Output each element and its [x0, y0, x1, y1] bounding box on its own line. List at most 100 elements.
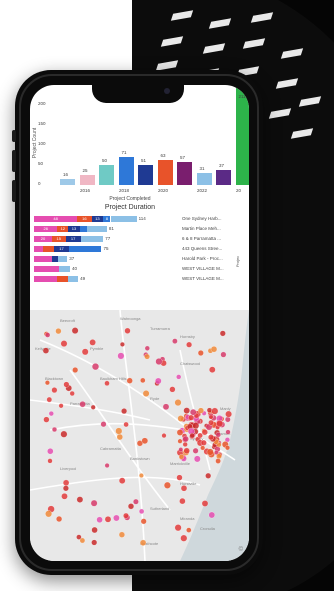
project-marker[interactable]: [169, 386, 176, 393]
bar[interactable]: [196, 172, 212, 185]
project-marker[interactable]: [224, 416, 231, 423]
project-marker[interactable]: [186, 341, 193, 348]
project-marker[interactable]: [60, 430, 68, 438]
duration-segment[interactable]: [57, 276, 69, 282]
duration-segment[interactable]: [34, 256, 52, 262]
duration-segment[interactable]: 8: [103, 216, 111, 222]
project-marker[interactable]: [90, 499, 98, 507]
project-marker[interactable]: [179, 497, 186, 505]
project-marker[interactable]: [96, 516, 103, 523]
project-marker[interactable]: [225, 445, 230, 451]
duration-segment[interactable]: 48: [34, 216, 78, 222]
duration-segment[interactable]: [34, 276, 58, 282]
duration-segment[interactable]: 13: [91, 216, 104, 222]
project-marker[interactable]: [138, 473, 144, 478]
project-marker[interactable]: [142, 390, 150, 397]
project-marker[interactable]: [48, 411, 54, 417]
project-marker[interactable]: [104, 516, 112, 523]
project-marker[interactable]: [62, 479, 70, 486]
project-marker[interactable]: [162, 403, 170, 411]
project-marker[interactable]: [141, 437, 149, 445]
project-marker[interactable]: [177, 415, 185, 422]
project-marker[interactable]: [205, 472, 212, 479]
project-marker[interactable]: [46, 396, 53, 403]
duration-segment[interactable]: 26: [34, 226, 58, 232]
project-marker[interactable]: [188, 414, 195, 421]
project-marker[interactable]: [140, 377, 146, 384]
project-map[interactable]: Beecroft Wahroonga Turramurra Hornsby Pymble…: [30, 309, 249, 561]
duration-segment[interactable]: [43, 246, 54, 252]
duration-segment[interactable]: 12: [57, 226, 69, 232]
duration-segment[interactable]: 20: [34, 236, 52, 242]
project-marker[interactable]: [118, 477, 126, 484]
project-marker[interactable]: [174, 399, 182, 407]
project-marker[interactable]: [161, 433, 167, 439]
project-marker[interactable]: [216, 420, 224, 428]
project-marker[interactable]: [55, 328, 62, 335]
project-marker[interactable]: [139, 539, 147, 546]
bar[interactable]: [177, 162, 192, 185]
project-marker[interactable]: [225, 429, 231, 435]
bar[interactable]: [157, 159, 173, 185]
project-marker[interactable]: [215, 458, 221, 464]
duration-segment[interactable]: 16: [77, 216, 92, 222]
project-marker[interactable]: [123, 512, 129, 519]
project-marker[interactable]: [155, 377, 162, 385]
project-marker[interactable]: [79, 401, 86, 408]
project-marker[interactable]: [51, 387, 58, 394]
project-marker[interactable]: [119, 341, 125, 347]
duration-segment[interactable]: [69, 246, 102, 252]
project-marker[interactable]: [60, 340, 68, 347]
bar[interactable]: [99, 165, 114, 185]
project-marker[interactable]: [47, 458, 53, 464]
project-marker[interactable]: [186, 527, 192, 533]
project-marker[interactable]: [71, 327, 79, 334]
project-marker[interactable]: [163, 481, 171, 489]
project-marker[interactable]: [211, 407, 219, 415]
project-marker[interactable]: [56, 515, 63, 523]
project-marker[interactable]: [123, 421, 129, 428]
project-marker[interactable]: [138, 508, 145, 515]
duration-segment[interactable]: [34, 266, 60, 272]
duration-segment[interactable]: [87, 226, 107, 232]
bar[interactable]: [235, 88, 249, 185]
project-marker[interactable]: [182, 441, 188, 447]
project-marker[interactable]: [76, 496, 84, 503]
project-marker[interactable]: [127, 503, 135, 510]
project-marker[interactable]: [104, 463, 110, 468]
project-marker[interactable]: [197, 407, 204, 414]
project-marker[interactable]: [200, 439, 207, 446]
project-marker[interactable]: [144, 345, 150, 351]
project-marker[interactable]: [215, 432, 221, 438]
project-marker[interactable]: [144, 353, 150, 360]
project-marker[interactable]: [189, 432, 195, 439]
project-marker[interactable]: [180, 485, 188, 492]
project-marker[interactable]: [126, 377, 133, 384]
project-marker[interactable]: [176, 374, 182, 380]
project-marker[interactable]: [220, 351, 227, 358]
duration-segment[interactable]: [68, 276, 79, 282]
project-marker[interactable]: [206, 448, 214, 456]
project-marker[interactable]: [72, 367, 79, 373]
project-marker[interactable]: [182, 435, 189, 443]
project-marker[interactable]: [100, 421, 107, 428]
duration-segment[interactable]: [110, 216, 137, 222]
bar[interactable]: [60, 178, 75, 185]
project-marker[interactable]: [177, 438, 183, 444]
project-marker[interactable]: [201, 429, 208, 436]
project-marker[interactable]: [44, 332, 51, 338]
project-marker[interactable]: [176, 474, 183, 481]
project-marker[interactable]: [172, 338, 178, 344]
project-marker[interactable]: [69, 390, 75, 397]
project-marker[interactable]: [90, 404, 96, 410]
bar[interactable]: [118, 156, 134, 185]
duration-segment[interactable]: [79, 226, 88, 232]
project-marker[interactable]: [117, 352, 125, 360]
project-marker[interactable]: [208, 511, 216, 519]
project-marker[interactable]: [47, 448, 54, 455]
project-marker[interactable]: [58, 403, 64, 409]
duration-segment[interactable]: 17: [53, 246, 70, 252]
project-marker[interactable]: [200, 445, 206, 451]
project-marker[interactable]: [79, 537, 86, 544]
project-marker[interactable]: [216, 453, 222, 460]
